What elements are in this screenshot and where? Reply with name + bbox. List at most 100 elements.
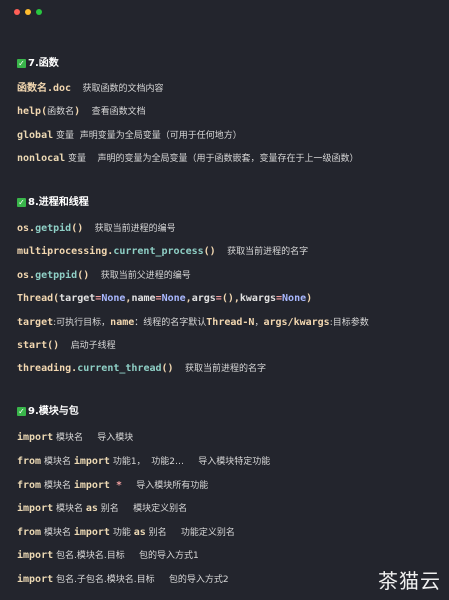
code-token-code: () xyxy=(203,246,216,257)
code-line: import 包名.子包名.模块名.目标 包的导入方式2 xyxy=(17,573,229,587)
section-number: 7. xyxy=(28,58,39,69)
section-heading: ✓ 9.模块与包 xyxy=(17,405,79,419)
code-token-cn: 获取函数的文档内容 xyxy=(71,84,164,94)
section-number: 8. xyxy=(28,197,39,208)
code-line: import 模块名 as 别名 模块定义别名 xyxy=(17,502,187,516)
code-token-code: target xyxy=(17,317,54,328)
checkmark-icon: ✓ xyxy=(17,59,26,68)
code-token-code: (), xyxy=(221,293,240,304)
code-token-cn: 功能 xyxy=(109,528,134,538)
section-heading: ✓ 7.函数 xyxy=(17,57,59,71)
code-token-cn: 模块名 xyxy=(41,528,74,538)
code-token-cn: 包名.子包名.模块名.目标 包的导入方式2 xyxy=(53,575,229,585)
code-token-code: () xyxy=(77,270,90,281)
code-token-cn: 模块名 xyxy=(41,457,74,467)
code-token-code: threading. xyxy=(17,363,78,374)
code-token-code: os. xyxy=(17,270,36,281)
code-token-cn: 变量 声明变量为全局变量（可用于任何地方） xyxy=(53,131,242,141)
code-token-keyword: import xyxy=(73,527,110,538)
code-line: from 模块名 import 功能 as 别名 功能定义别名 xyxy=(17,526,235,540)
code-token-cn: 模块名 xyxy=(41,481,74,491)
code-line: from 模块名 import 功能1， 功能2… 导入模块特定功能 xyxy=(17,455,270,469)
code-token-cn: 模块名 xyxy=(53,504,86,514)
code-token-name: args xyxy=(191,293,216,304)
code-token-op: * xyxy=(109,480,122,491)
code-token-name: target xyxy=(59,293,96,304)
code-token-keyword: as xyxy=(85,503,98,514)
code-token-fn: current_thread xyxy=(77,363,162,374)
code-token-code: start() xyxy=(17,340,60,351)
code-token-cn: 模块名 导入模块 xyxy=(53,433,134,443)
code-token-keyword: import xyxy=(73,480,110,491)
section-title: 模块与包 xyxy=(38,406,79,417)
code-line: import 模块名 导入模块 xyxy=(17,431,133,445)
code-token-cn: 功能1， 功能2… 导入模块特定功能 xyxy=(109,457,271,467)
code-token-code: Thread-N xyxy=(206,317,255,328)
code-line: target:可执行目标，name：线程的名字默认Thread-N，args/k… xyxy=(17,316,369,330)
code-line: help(函数名) 查看函数文档 xyxy=(17,105,146,119)
code-line: os.getpid() 获取当前进程的编号 xyxy=(17,222,176,236)
code-token-code: ) xyxy=(306,293,313,304)
code-line: 函数名.doc 获取函数的文档内容 xyxy=(17,82,164,96)
code-line: import 包名.模块名.目标 包的导入方式1 xyxy=(17,549,199,563)
code-line: Thread(target=None,name=None,args=(),kwa… xyxy=(17,292,312,306)
code-token-keyword: import xyxy=(17,550,54,561)
code-token-fn: current_process xyxy=(113,246,204,257)
code-line: from 模块名 import * 导入模块所有功能 xyxy=(17,479,208,493)
code-token-code: () xyxy=(71,223,84,234)
code-token-cn: 导入模块所有功能 xyxy=(122,481,209,491)
code-token-code: os. xyxy=(17,223,36,234)
checkmark-icon: ✓ xyxy=(17,198,26,207)
code-token-code: () xyxy=(161,363,174,374)
code-token-cn: :目标参数 xyxy=(329,318,369,328)
code-token-fn: getpid xyxy=(35,223,72,234)
code-token-keyword: import xyxy=(17,574,54,585)
code-token-fn: getppid xyxy=(35,270,78,281)
code-token-code: args/kwargs xyxy=(263,317,330,328)
code-token-cn: 获取当前父进程的编号 xyxy=(89,271,191,281)
code-token-code: Thread( xyxy=(17,293,60,304)
code-token-cn: 变量 声明的变量为全局变量（用于函数嵌套，变量存在于上一级函数） xyxy=(65,154,359,164)
code-token-hl: None xyxy=(161,293,186,304)
code-token-keyword: import xyxy=(17,503,54,514)
code-token-cn: ：线程的名字默认 xyxy=(134,318,207,328)
code-token-code: 函数名 xyxy=(17,83,47,94)
code-token-hl: None xyxy=(282,293,307,304)
watermark: 茶猫云 xyxy=(378,569,441,593)
code-token-keyword: nonlocal xyxy=(17,153,66,164)
section-title: 函数 xyxy=(38,58,59,69)
code-token-cn: 包名.模块名.目标 包的导入方式1 xyxy=(53,551,199,561)
code-token-keyword: from xyxy=(17,527,42,538)
code-token-keyword: global xyxy=(17,130,54,141)
code-token-cn: 别名 模块定义别名 xyxy=(97,504,188,514)
code-token-cn: :可执行目标， xyxy=(53,318,111,328)
code-token-keyword: as xyxy=(133,527,146,538)
code-token-keyword: import xyxy=(73,456,110,467)
checkmark-icon: ✓ xyxy=(17,407,26,416)
code-line: global 变量 声明变量为全局变量（可用于任何地方） xyxy=(17,129,242,143)
code-line: os.getppid() 获取当前父进程的编号 xyxy=(17,269,191,283)
code-token-cn: 获取当前进程的编号 xyxy=(83,224,176,234)
code-token-code: multiprocessing. xyxy=(17,246,114,257)
code-line: nonlocal 变量 声明的变量为全局变量（用于函数嵌套，变量存在于上一级函数… xyxy=(17,152,358,166)
code-token-keyword: from xyxy=(17,480,42,491)
code-token-code: .doc xyxy=(47,83,72,94)
code-token-keyword: from xyxy=(17,456,42,467)
code-token-name: kwargs xyxy=(239,293,276,304)
code-token-code: help xyxy=(17,106,42,117)
code-token-cn: 获取当前进程的名字 xyxy=(215,247,309,257)
code-line: threading.current_thread() 获取当前进程的名字 xyxy=(17,362,266,376)
section-number: 9. xyxy=(28,406,39,417)
code-line: start() 启动子线程 xyxy=(17,339,116,353)
code-token-hl: None xyxy=(101,293,126,304)
code-token-name: name xyxy=(131,293,156,304)
code-content: ✓ 7.函数 函数名.doc 获取函数的文档内容 help(函数名) 查看函数文档 gl… xyxy=(0,0,449,600)
code-token-cn: 查看函数文档 xyxy=(80,107,146,117)
code-line: multiprocessing.current_process() 获取当前进程… xyxy=(17,245,308,259)
code-window: ✓ 7.函数 函数名.doc 获取函数的文档内容 help(函数名) 查看函数文档 gl… xyxy=(0,0,449,600)
code-token-cn: 别名 功能定义别名 xyxy=(145,528,235,538)
section-heading: ✓ 8.进程和线程 xyxy=(17,196,89,210)
code-token-cn: 启动子线程 xyxy=(59,341,116,351)
code-token-cn: 函数名 xyxy=(47,107,75,117)
code-token-keyword: import xyxy=(17,432,54,443)
